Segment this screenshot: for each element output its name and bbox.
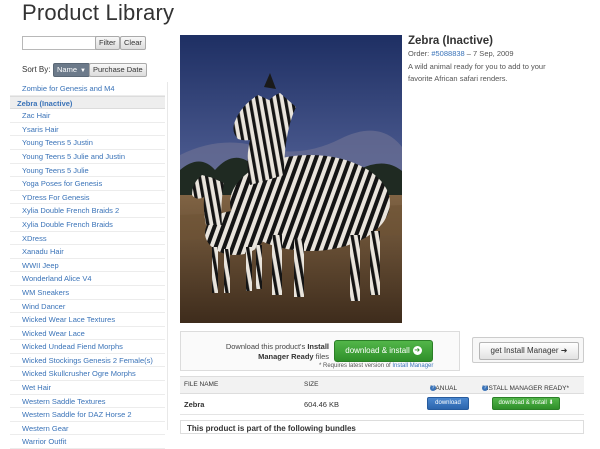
list-item[interactable]: WM Sneakers: [10, 286, 165, 300]
list-item[interactable]: Wonderland Alice V4: [10, 272, 165, 286]
order-number-link[interactable]: #5088838: [431, 49, 464, 58]
arrow-right-icon: ➜: [412, 346, 422, 356]
get-install-manager-button[interactable]: get Install Manager ➜: [479, 342, 579, 360]
list-item[interactable]: Young Teens 5 Julie and Justin: [10, 150, 165, 164]
list-divider: [167, 82, 168, 430]
install-manager-panel: get Install Manager ➜: [472, 337, 584, 363]
clear-button[interactable]: Clear: [120, 36, 146, 50]
download-install-button[interactable]: download & install ➜: [334, 340, 433, 362]
list-item[interactable]: Wicked Undead Fiend Morphs: [10, 340, 165, 354]
product-name: Zebra (Inactive): [408, 35, 493, 47]
list-item[interactable]: Wet Hair: [10, 381, 165, 395]
download-panel: Download this product's Install Manager …: [180, 331, 460, 371]
note-prefix: * Requires latest version of: [319, 363, 393, 369]
download-text-before: Download this product's: [225, 342, 308, 351]
sort-label: Sort By:: [22, 65, 51, 74]
filter-input[interactable]: [22, 36, 98, 50]
header-file-name: FILE NAME: [184, 381, 219, 388]
header-size: SIZE: [304, 381, 319, 388]
row-download-install-label: download & install: [498, 400, 547, 406]
get-install-manager-label: get Install Manager: [490, 346, 559, 355]
question-icon[interactable]: ?: [482, 385, 488, 391]
install-manager-note: * Requires latest version of Install Man…: [319, 363, 433, 369]
product-description: A wild animal ready for you to add to yo…: [408, 62, 546, 83]
list-item[interactable]: YDress For Genesis: [10, 191, 165, 205]
chevron-down-icon: ▼: [80, 68, 86, 74]
list-item[interactable]: Zombie for Genesis and M4: [10, 82, 165, 96]
manual-download-button[interactable]: download: [427, 397, 469, 410]
list-item[interactable]: Young Teens 5 Justin: [10, 136, 165, 150]
zebra-render-image: [180, 35, 402, 323]
order-date: – 7 Sep, 2009: [464, 49, 514, 58]
product-image: [180, 35, 402, 323]
download-arrow-icon: ⬇: [548, 400, 554, 406]
filter-button[interactable]: Filter: [95, 36, 120, 50]
arrow-right-icon: ➜: [560, 346, 568, 355]
bundles-title: This product is part of the following bu…: [187, 424, 356, 433]
list-item[interactable]: Wind Dancer: [10, 300, 165, 314]
files-table: FILE NAME SIZE MANUAL ? INSTALL MANAGER …: [180, 376, 584, 415]
install-manager-link[interactable]: Install Manager: [392, 363, 433, 369]
list-item[interactable]: Western Saddle for DAZ Horse 2: [10, 408, 165, 422]
list-item[interactable]: WWII Jeep: [10, 259, 165, 273]
order-prefix: Order:: [408, 49, 432, 58]
files-table-header: FILE NAME SIZE MANUAL ? INSTALL MANAGER …: [180, 376, 584, 394]
list-item[interactable]: Xanadu Hair: [10, 245, 165, 259]
list-item[interactable]: Ysaris Hair: [10, 123, 165, 137]
list-item[interactable]: Western Saddle Textures: [10, 395, 165, 409]
list-item[interactable]: Zac Hair: [10, 109, 165, 123]
product-order: Order: #5088838 – 7 Sep, 2009: [408, 49, 514, 58]
list-item[interactable]: Xylia Double French Braids 2: [10, 204, 165, 218]
table-row: Zebra 604.46 KB download download & inst…: [180, 394, 584, 415]
list-item[interactable]: Young Teens 5 Julie: [10, 164, 165, 178]
list-item-selected[interactable]: Zebra (Inactive): [10, 95, 165, 110]
row-download-install-button[interactable]: download & install ⬇: [492, 397, 560, 410]
list-item[interactable]: Wicked Wear Lace: [10, 327, 165, 341]
list-item[interactable]: Warrior Outfit: [10, 435, 165, 449]
sort-selected: Name: [57, 65, 78, 74]
sort-name-select[interactable]: Name ▼: [53, 63, 90, 77]
list-item[interactable]: Xylia Double French Braids: [10, 218, 165, 232]
question-icon[interactable]: ?: [430, 385, 436, 391]
bundles-section: This product is part of the following bu…: [180, 420, 584, 434]
download-install-label: download & install: [345, 346, 410, 355]
list-item[interactable]: Wicked Skullcrusher Ogre Morphs: [10, 367, 165, 382]
page-title: Product Library: [22, 0, 175, 25]
file-size: 604.46 KB: [304, 400, 340, 409]
list-item[interactable]: Wicked Wear Lace Textures: [10, 313, 165, 327]
list-item[interactable]: XDress: [10, 232, 165, 246]
sort-purchase-date-button[interactable]: Purchase Date: [89, 63, 147, 77]
list-item[interactable]: Western Gear: [10, 422, 165, 436]
download-text: Download this product's Install Manager …: [223, 342, 329, 362]
list-item[interactable]: Wicked Stockings Genesis 2 Female(s): [10, 354, 165, 368]
download-text-after: files: [313, 352, 329, 361]
product-list: Zombie for Genesis and M4 Zebra (Inactive…: [10, 82, 165, 449]
file-name: Zebra: [184, 400, 205, 409]
list-item[interactable]: Yoga Poses for Genesis: [10, 177, 165, 191]
header-im-ready-label: INSTALL MANAGER READY*: [482, 385, 570, 392]
